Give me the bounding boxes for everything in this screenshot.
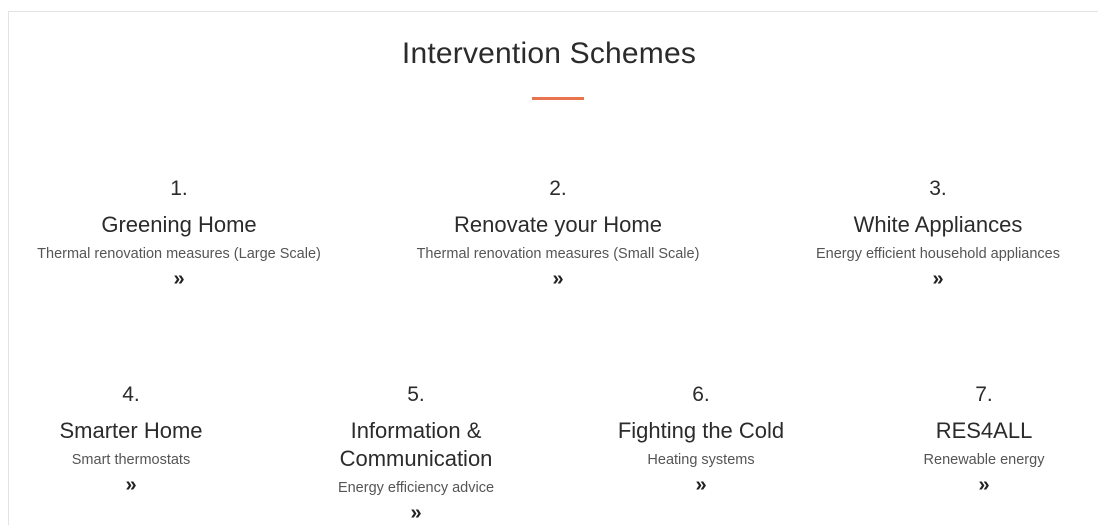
scheme-card-6: 6. Fighting the Cold Heating systems » (596, 382, 806, 496)
scheme-number: 7. (975, 383, 993, 406)
scheme-description: Thermal renovation measures (Small Scale… (416, 246, 700, 262)
scheme-more-link[interactable]: » (978, 474, 989, 496)
scheme-more-link[interactable]: » (552, 268, 563, 290)
scheme-description: Energy efficiency advice (337, 480, 495, 496)
scheme-card-7: 7. RES4ALL Renewable energy » (886, 382, 1082, 496)
scheme-card-1: 1. Greening Home Thermal renovation meas… (0, 176, 358, 290)
scheme-more-link[interactable]: » (695, 474, 706, 496)
scheme-title: White Appliances (853, 212, 1023, 237)
scheme-description: Heating systems (647, 452, 755, 468)
scheme-number: 1. (170, 177, 188, 200)
scheme-number: 6. (692, 383, 710, 406)
scheme-more-link[interactable]: » (410, 502, 421, 524)
scheme-more-link[interactable]: » (125, 474, 136, 496)
scheme-title: Greening Home (101, 212, 257, 237)
scheme-card-3: 3. White Appliances Energy efficient hou… (790, 176, 1086, 290)
scheme-description: Energy efficient household appliances (816, 246, 1060, 262)
scheme-card-2: 2. Renovate your Home Thermal renovation… (378, 176, 738, 290)
scheme-description: Renewable energy (923, 452, 1045, 468)
scheme-more-link[interactable]: » (932, 268, 943, 290)
scheme-more-link[interactable]: » (173, 268, 184, 290)
scheme-number: 5. (407, 383, 425, 406)
section-title: Intervention Schemes (401, 37, 697, 70)
scheme-description: Smart thermostats (71, 452, 191, 468)
scheme-title: Renovate your Home (454, 212, 662, 237)
scheme-title: Information & Communication (339, 418, 493, 471)
scheme-title: Fighting the Cold (617, 418, 785, 443)
scheme-description: Thermal renovation measures (Large Scale… (37, 246, 321, 262)
scheme-card-4: 4. Smarter Home Smart thermostats » (30, 382, 232, 496)
title-underline (532, 97, 584, 100)
scheme-title: RES4ALL (935, 418, 1033, 443)
scheme-number: 4. (122, 383, 140, 406)
scheme-title: Smarter Home (59, 418, 203, 443)
scheme-number: 3. (929, 177, 947, 200)
scheme-number: 2. (549, 177, 567, 200)
scheme-card-5: 5. Information & Communication Energy ef… (316, 382, 516, 524)
